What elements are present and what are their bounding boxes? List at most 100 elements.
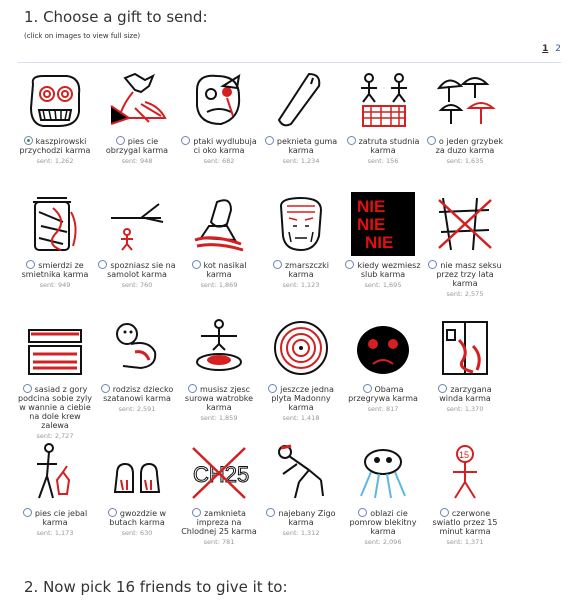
gift-radio[interactable]: [268, 384, 278, 393]
gift-item: zmarszczki karma sent: 1,123: [260, 192, 342, 289]
cat-icon[interactable]: [187, 192, 251, 256]
svg-text:NIE: NIE: [357, 197, 385, 216]
sent-count: sent: 630: [121, 529, 153, 537]
sent-count: sent: 1,173: [36, 529, 74, 537]
gift-radio[interactable]: [428, 260, 438, 269]
sent-count: sent: 682: [203, 157, 235, 165]
wrinkled-face-icon[interactable]: [269, 192, 333, 256]
elevator-icon[interactable]: [433, 316, 497, 380]
gift-label: kiedy wezmiesz slub karma: [342, 260, 424, 279]
airplane-icon[interactable]: [105, 192, 169, 256]
crossed-ch25-icon[interactable]: CH25: [187, 440, 251, 504]
gift-label: peknieta guma karma: [260, 136, 342, 155]
gift-radio[interactable]: [272, 260, 282, 269]
gift-radio[interactable]: [98, 260, 108, 269]
well-icon[interactable]: [351, 68, 415, 132]
divider: [18, 62, 561, 63]
gift-label: sasiad z gory podcina sobie zyly w wanni…: [14, 384, 96, 430]
sad-face-icon[interactable]: [351, 316, 415, 380]
sent-count: sent: 781: [203, 538, 235, 546]
gift-label-text: rodzisz dziecko szatanowi karma: [103, 385, 174, 403]
red-man-icon[interactable]: 15: [433, 440, 497, 504]
sent-count: sent: 156: [367, 157, 399, 165]
feet-icon[interactable]: [105, 440, 169, 504]
gift-label-text: pies cie jebal karma: [34, 509, 88, 527]
gift-radio[interactable]: [22, 508, 32, 517]
sent-count: sent: 1,123: [282, 281, 320, 289]
gift-radio[interactable]: [264, 136, 274, 145]
sent-count: sent: 817: [367, 405, 399, 413]
slug-icon[interactable]: [351, 440, 415, 504]
gift-label-text: kiedy wezmiesz slub karma: [357, 261, 421, 279]
svg-text:NIE: NIE: [365, 233, 393, 252]
trash-can-icon[interactable]: [23, 192, 87, 256]
sent-count: sent: 1,695: [364, 281, 402, 289]
gift-label-text: zmarszczki karma: [284, 261, 329, 279]
gift-item: Obama przegrywa karma sent: 817: [342, 316, 424, 413]
gift-radio[interactable]: [100, 384, 110, 393]
screaming-face-icon[interactable]: [23, 68, 87, 132]
gift-item: NIE NIE NIE kiedy wezmiesz slub karma sent: …: [342, 192, 424, 289]
gift-radio[interactable]: [115, 136, 125, 145]
gift-label: o jeden grzybek za duzo karma: [424, 136, 506, 155]
gift-item: smierdzi ze smietnika karma sent: 949: [14, 192, 96, 289]
page-1-link[interactable]: 1: [542, 44, 548, 54]
gift-radio[interactable]: [26, 260, 36, 269]
gift-item: o jeden grzybek za duzo karma sent: 1,635: [424, 68, 506, 165]
gift-label-text: o jeden grzybek za duzo karma: [435, 137, 504, 155]
gift-label-text: peknieta guma karma: [276, 137, 338, 155]
gift-radio[interactable]: [191, 260, 201, 269]
gift-radio[interactable]: [187, 384, 197, 393]
crossed-figure-icon[interactable]: [433, 192, 497, 256]
gift-item: pies cie obrzygal karma sent: 948: [96, 68, 178, 165]
sent-count: sent: 1,859: [200, 414, 238, 422]
gift-label: jeszcze jedna plyta Madonny karma: [260, 384, 342, 412]
gift-radio[interactable]: [192, 508, 202, 517]
gift-radio[interactable]: [362, 384, 372, 393]
gift-radio[interactable]: [438, 384, 448, 393]
nie-nie-nie-icon[interactable]: NIE NIE NIE: [351, 192, 415, 256]
bathtub-icon[interactable]: [23, 316, 87, 380]
crawling-man-icon[interactable]: [269, 440, 333, 504]
baby-icon[interactable]: [105, 316, 169, 380]
gift-radio[interactable]: [426, 136, 436, 145]
gift-item: oblazi cie pomrow blekitny karma sent: 2,…: [342, 440, 424, 546]
sent-count: sent: 1,371: [446, 538, 484, 546]
gift-radio[interactable]: [22, 384, 32, 393]
gift-item: spozniasz sie na samolot karma sent: 760: [96, 192, 178, 289]
gift-radio[interactable]: [107, 508, 117, 517]
pager: 1 2: [538, 44, 561, 54]
svg-text:15: 15: [459, 450, 469, 460]
step1-title: 1. Choose a gift to send:: [24, 8, 208, 26]
gift-item: nie masz seksu przez trzy lata karma sent…: [424, 192, 506, 298]
page-2-link[interactable]: 2: [555, 44, 561, 54]
bird-eye-face-icon[interactable]: [187, 68, 251, 132]
gift-radio[interactable]: [266, 508, 276, 517]
step2-title: 2. Now pick 16 friends to give it to:: [24, 578, 288, 596]
record-icon[interactable]: [269, 316, 333, 380]
gift-radio[interactable]: [181, 136, 191, 145]
gift-item: pies cie jebal karma sent: 1,173: [14, 440, 96, 537]
liver-plate-icon[interactable]: [187, 316, 251, 380]
view-full-size-note: (click on images to view full size): [24, 32, 141, 40]
sent-count: sent: 2,727: [36, 432, 74, 440]
vomiting-dog-icon[interactable]: [105, 68, 169, 132]
gift-label: nie masz seksu przez trzy lata karma: [424, 260, 506, 288]
mushrooms-icon[interactable]: [433, 68, 497, 132]
gift-item: CH25 zamknieta impreza na Chlodnej 25 ka…: [178, 440, 260, 546]
gift-label: pies cie jebal karma: [14, 508, 96, 527]
gift-radio[interactable]: [23, 136, 33, 145]
gift-item: gwozdzie w butach karma sent: 630: [96, 440, 178, 537]
gift-label: zmarszczki karma: [260, 260, 342, 279]
gift-radio[interactable]: [439, 508, 449, 517]
gift-label: smierdzi ze smietnika karma: [14, 260, 96, 279]
gift-label: spozniasz sie na samolot karma: [96, 260, 178, 279]
condom-icon[interactable]: [269, 68, 333, 132]
dog-man-icon[interactable]: [23, 440, 87, 504]
gift-label: oblazi cie pomrow blekitny karma: [342, 508, 424, 536]
gift-label: czerwone swiatlo przez 15 minut karma: [424, 508, 506, 536]
gift-radio[interactable]: [346, 136, 356, 145]
gift-item: kot nasikal karma sent: 1,869: [178, 192, 260, 289]
gift-radio[interactable]: [345, 260, 355, 269]
gift-radio[interactable]: [358, 508, 368, 517]
